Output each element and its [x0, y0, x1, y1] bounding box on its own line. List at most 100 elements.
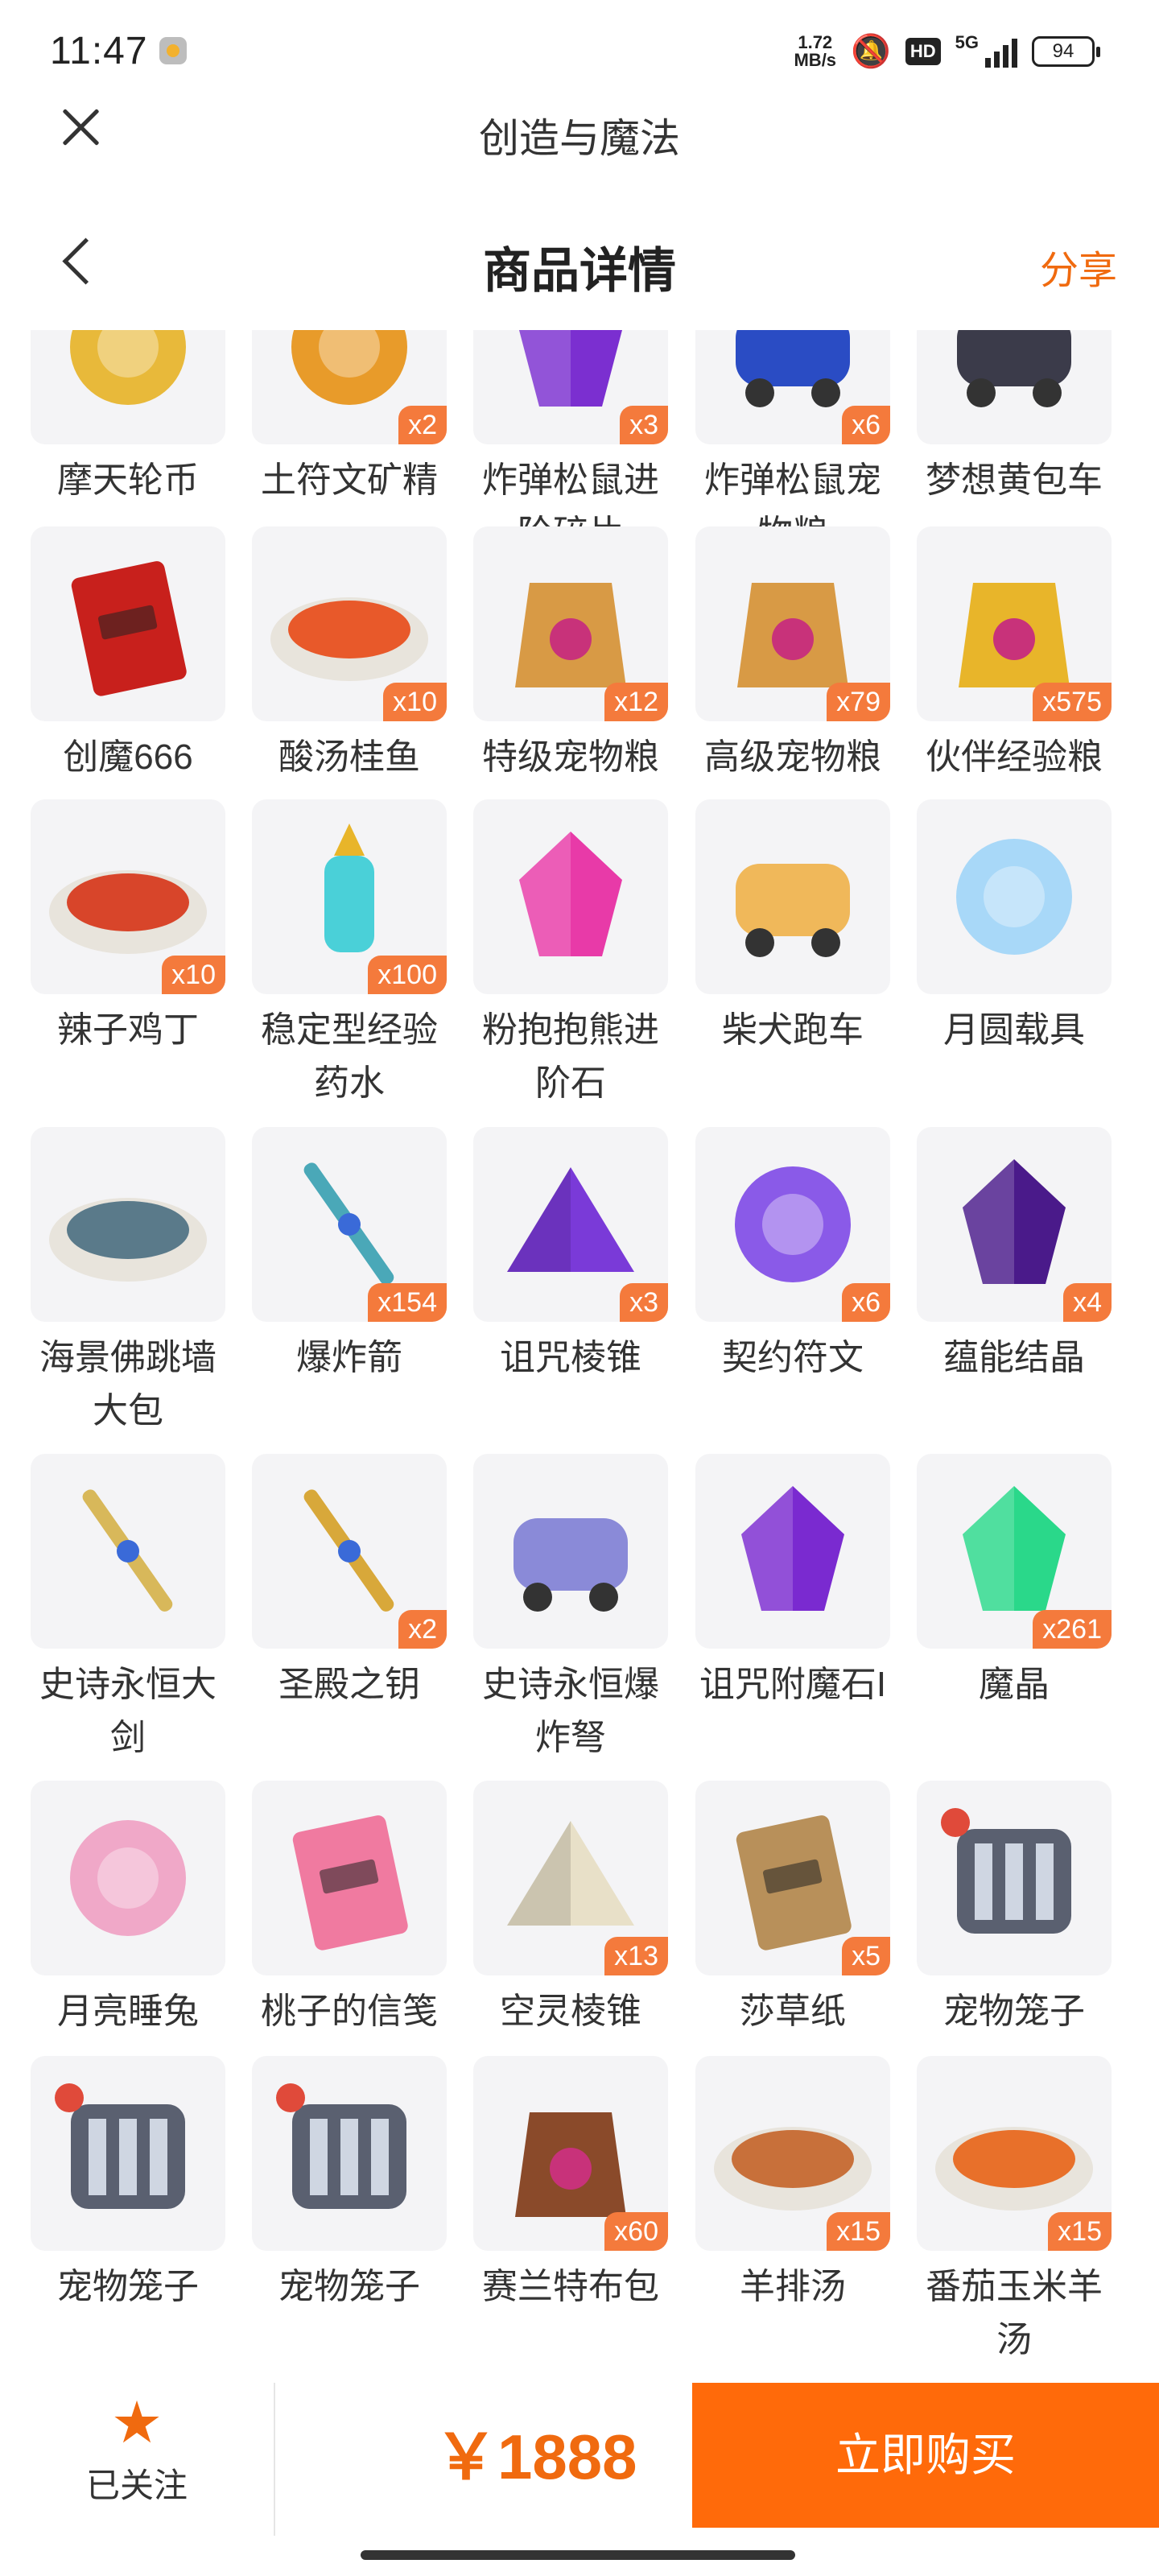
- product-item[interactable]: x6 契约符文: [695, 1127, 890, 1385]
- quantity-badge: x5: [842, 1937, 890, 1975]
- product-name: 梦想黄包车: [926, 460, 1103, 500]
- pet-cage-icon: [31, 2056, 225, 2251]
- bottom-bar: ★ 已关注 ￥1888 立即购买: [0, 2367, 1159, 2576]
- quantity-badge: x3: [620, 1283, 668, 1322]
- ethereal-pyramid-icon: x13: [473, 1781, 668, 1975]
- pink-bear-stone-icon: [473, 799, 668, 994]
- product-item[interactable]: 月亮睡兔: [31, 1781, 225, 2038]
- product-item[interactable]: 创魔666: [31, 526, 225, 784]
- quantity-badge: x15: [827, 2212, 890, 2251]
- product-name: 月亮睡兔: [57, 1992, 199, 2031]
- product-item[interactable]: x261 魔晶: [917, 1454, 1112, 1711]
- product-item[interactable]: x15 羊排汤: [695, 2056, 890, 2314]
- app-title: 创造与魔法: [479, 116, 680, 161]
- product-item[interactable]: 宠物笼子: [252, 2056, 447, 2314]
- product-item[interactable]: x15 番茄玉米羊汤: [917, 2056, 1112, 2367]
- product-item[interactable]: x12 特级宠物粮: [473, 526, 668, 784]
- page-title: 商品详情: [483, 244, 676, 298]
- temple-key-icon: x2: [252, 1454, 447, 1649]
- curse-enchant-stone-icon: [695, 1454, 890, 1649]
- network-speed-value: 1.72: [798, 31, 833, 52]
- partner-exp-bag-icon: x575: [917, 526, 1112, 721]
- product-name: 爆炸箭: [296, 1338, 402, 1377]
- home-indicator[interactable]: [361, 2550, 795, 2560]
- product-item[interactable]: x79 高级宠物粮: [695, 526, 890, 784]
- product-item[interactable]: 粉抱抱熊进阶石: [473, 799, 668, 1110]
- peach-letter-icon: [252, 1781, 447, 1975]
- product-item[interactable]: 摩天轮币: [31, 330, 225, 507]
- product-name: 契约符文: [722, 1338, 864, 1377]
- product-name: 番茄玉米羊汤: [926, 2267, 1103, 2359]
- product-item[interactable]: 海景佛跳墙大包: [31, 1127, 225, 1438]
- signal-icon: [985, 35, 1017, 68]
- contract-rune-icon: x6: [695, 1127, 890, 1322]
- quantity-badge: x15: [1048, 2212, 1112, 2251]
- product-name: 伙伴经验粮: [926, 737, 1103, 777]
- quantity-badge: x6: [842, 1283, 890, 1322]
- price: ￥1888: [435, 2421, 637, 2492]
- product-name: 诅咒棱锥: [500, 1338, 641, 1377]
- pet-cage-icon: [917, 1781, 1112, 1975]
- status-indicators: 1.72 MB/s 🔕 HD 5G 94: [794, 31, 1100, 70]
- exp-potion-icon: x100: [252, 799, 447, 994]
- star-icon: ★: [110, 2391, 163, 2455]
- product-name: 宠物笼子: [278, 2267, 420, 2306]
- product-name: 粉抱抱熊进阶石: [482, 1010, 659, 1103]
- product-name: 赛兰特布包: [482, 2267, 659, 2306]
- epic-crossbow-icon: [473, 1454, 668, 1649]
- status-time: 11:47: [50, 30, 148, 72]
- product-item[interactable]: 诅咒附魔石I: [695, 1454, 890, 1711]
- product-item[interactable]: x154 爆炸箭: [252, 1127, 447, 1385]
- product-item[interactable]: 史诗永恒爆炸弩: [473, 1454, 668, 1765]
- product-name: 圣殿之钥: [278, 1665, 420, 1704]
- product-name: 羊排汤: [740, 2267, 846, 2306]
- product-item[interactable]: 宠物笼子: [917, 1781, 1112, 2038]
- share-button[interactable]: 分享: [1040, 238, 1117, 295]
- product-item[interactable]: 柴犬跑车: [695, 799, 890, 1057]
- product-name: 月圆载具: [943, 1010, 1085, 1050]
- quantity-badge: x154: [368, 1283, 447, 1322]
- buy-now-button[interactable]: 立即购买: [692, 2383, 1159, 2528]
- product-name: 海景佛跳墙大包: [39, 1338, 217, 1430]
- product-item[interactable]: 梦想黄包车: [917, 330, 1112, 507]
- product-item[interactable]: x2 圣殿之钥: [252, 1454, 447, 1711]
- product-name: 莎草纸: [740, 1992, 846, 2031]
- item-grid-viewport[interactable]: 摩天轮币 x2土符文矿精 x3炸弹松鼠进阶碎片 x6炸弹松鼠宠物粮 梦想黄包车 …: [0, 330, 1159, 2367]
- product-name: 辣子鸡丁: [57, 1010, 199, 1050]
- product-item[interactable]: x10 酸汤桂鱼: [252, 526, 447, 784]
- curse-pyramid-icon: x3: [473, 1127, 668, 1322]
- quantity-badge: x12: [604, 683, 668, 721]
- product-name: 诅咒附魔石I: [699, 1665, 887, 1704]
- product-item[interactable]: x2 土符文矿精: [252, 330, 447, 507]
- follow-button[interactable]: ★ 已关注: [72, 2391, 201, 2508]
- shiba-car-icon: [695, 799, 890, 994]
- product-name: 摩天轮币: [57, 460, 199, 500]
- moon-rabbit-icon: [31, 1781, 225, 1975]
- product-name: 史诗永恒大剑: [39, 1665, 217, 1757]
- card-666-icon: [31, 526, 225, 721]
- product-item[interactable]: x3 诅咒棱锥: [473, 1127, 668, 1385]
- network-speed-unit: MB/s: [794, 49, 837, 70]
- product-item[interactable]: 史诗永恒大剑: [31, 1454, 225, 1765]
- rickshaw-icon: [917, 330, 1112, 444]
- follow-label: 已关注: [85, 2467, 188, 2504]
- earth-rune-ore-icon: x2: [252, 330, 447, 444]
- quantity-badge: x3: [620, 406, 668, 444]
- product-item[interactable]: 桃子的信笺: [252, 1781, 447, 2038]
- product-item[interactable]: 宠物笼子: [31, 2056, 225, 2314]
- product-item[interactable]: x60 赛兰特布包: [473, 2056, 668, 2314]
- magic-crystal-icon: x261: [917, 1454, 1112, 1649]
- mute-icon: 🔕: [851, 34, 891, 69]
- product-item[interactable]: x13 空灵棱锥: [473, 1781, 668, 2038]
- explosive-arrow-icon: x154: [252, 1127, 447, 1322]
- product-item[interactable]: x575 伙伴经验粮: [917, 526, 1112, 784]
- product-item[interactable]: x100 稳定型经验药水: [252, 799, 447, 1110]
- product-name: 宠物笼子: [943, 1992, 1085, 2031]
- premium-pet-food-icon: x12: [473, 526, 668, 721]
- product-item[interactable]: x10 辣子鸡丁: [31, 799, 225, 1057]
- advanced-pet-food-icon: x79: [695, 526, 890, 721]
- product-item[interactable]: x5 莎草纸: [695, 1781, 890, 2038]
- product-item[interactable]: 月圆载具: [917, 799, 1112, 1057]
- papyrus-icon: x5: [695, 1781, 890, 1975]
- product-item[interactable]: x4 蕴能结晶: [917, 1127, 1112, 1385]
